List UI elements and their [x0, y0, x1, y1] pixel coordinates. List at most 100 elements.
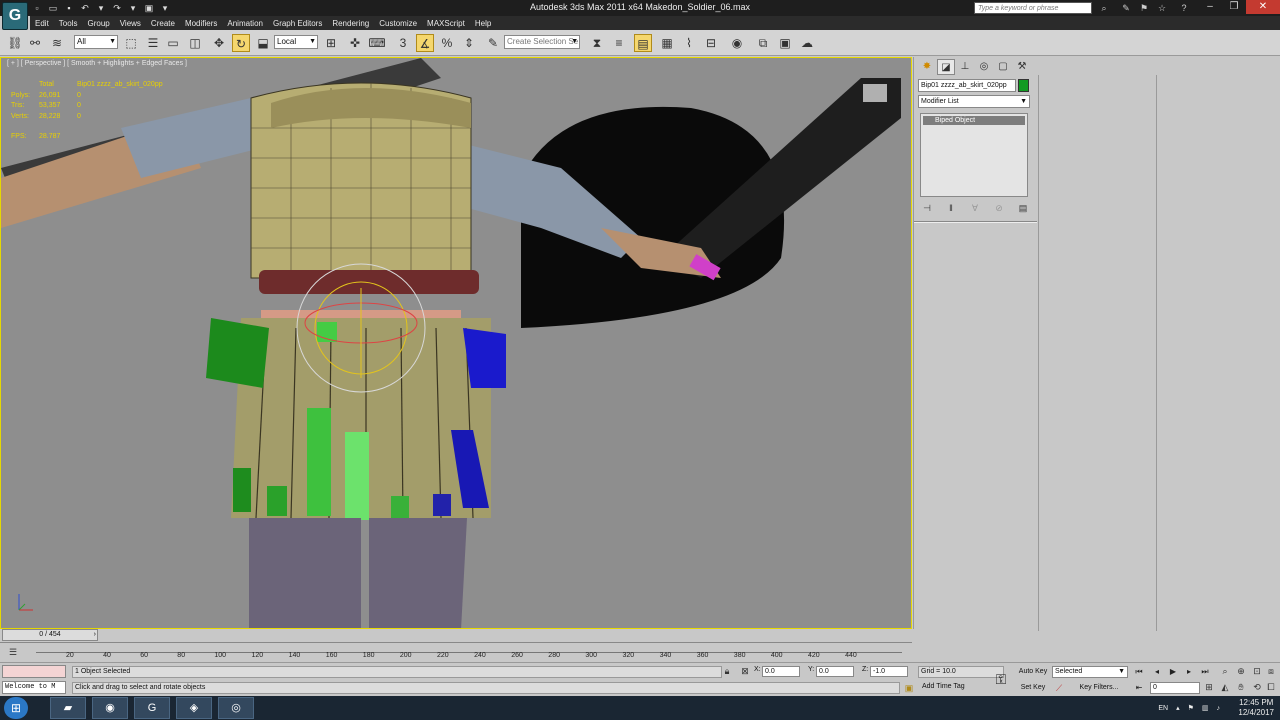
- time-slider-handle[interactable]: 0 / 454 ›: [2, 629, 98, 641]
- selection-filter-dropdown[interactable]: All ▼: [74, 35, 118, 49]
- stack-item-biped-object[interactable]: Biped Object: [923, 116, 1025, 125]
- tray-arrow-icon[interactable]: ▴: [1176, 704, 1180, 712]
- track-bar[interactable]: ☰ 20 40 60 80 100 120 140 160 180 200 220 240 260 280…: [0, 642, 912, 662]
- angle-snap-icon[interactable]: ∡: [416, 34, 434, 52]
- time-slider[interactable]: 0 / 454 ›: [0, 629, 912, 642]
- create-tab-icon[interactable]: ✸: [918, 59, 936, 75]
- menu-maxscript[interactable]: MAXScript: [422, 19, 470, 28]
- favorites-icon[interactable]: ☆: [1156, 2, 1168, 14]
- pivot-center-icon[interactable]: ⊞: [322, 34, 340, 52]
- bind-space-warp-icon[interactable]: ≋: [48, 34, 66, 52]
- auto-key-button[interactable]: Auto Key: [1016, 666, 1050, 678]
- maxscript-listener-pink[interactable]: [2, 665, 66, 678]
- flag-icon[interactable]: ⚑: [1188, 704, 1194, 712]
- file-explorer-icon[interactable]: ▰: [50, 697, 86, 719]
- zoom-extents-all-icon[interactable]: ⧈: [1264, 665, 1278, 678]
- minimize-icon[interactable]: –: [1198, 0, 1222, 14]
- taskbar-clock[interactable]: 12:45 PM 12/4/2017: [1238, 698, 1274, 718]
- menu-rendering[interactable]: Rendering: [327, 19, 374, 28]
- pin-stack-icon[interactable]: ⊣: [920, 201, 934, 215]
- percent-snap-icon[interactable]: %: [438, 34, 456, 52]
- menu-edit[interactable]: Edit: [30, 19, 54, 28]
- perspective-viewport[interactable]: [ + ] [ Perspective ] [ Smooth + Highlig…: [0, 57, 912, 629]
- named-selection-dropdown[interactable]: Create Selection Se ▼: [504, 35, 580, 49]
- restore-icon[interactable]: ❐: [1222, 0, 1246, 14]
- render-setup-icon[interactable]: ⧉: [754, 34, 772, 52]
- curve-editor-icon[interactable]: ⌇: [680, 34, 698, 52]
- menu-modifiers[interactable]: Modifiers: [180, 19, 222, 28]
- zoom-icon[interactable]: ⌕: [1218, 665, 1232, 678]
- zoom-extents-icon[interactable]: ⊡: [1250, 665, 1264, 678]
- spinner-snap-icon[interactable]: ⇕: [460, 34, 478, 52]
- x-coordinate-input[interactable]: 0.0: [762, 666, 800, 677]
- help-search-input[interactable]: Type a keyword or phrase: [974, 2, 1092, 14]
- start-button[interactable]: ⊞: [4, 697, 28, 719]
- time-configuration-icon[interactable]: ⊞: [1202, 681, 1216, 694]
- language-indicator[interactable]: EN: [1158, 705, 1168, 712]
- network-icon[interactable]: ▥: [1202, 704, 1209, 712]
- pan-view-icon[interactable]: ✋︎: [1234, 681, 1248, 694]
- menu-views[interactable]: Views: [115, 19, 146, 28]
- schematic-view-icon[interactable]: ⊟: [702, 34, 720, 52]
- key-mode-dropdown[interactable]: Selected ▼: [1052, 666, 1128, 678]
- scene-render[interactable]: [1, 58, 912, 629]
- lock-selection-icon[interactable]: 🔒︎: [720, 665, 734, 678]
- snaps-toggle-icon[interactable]: 3: [394, 34, 412, 52]
- layer-manager-icon[interactable]: ▤: [634, 34, 652, 52]
- set-keys-key-icon[interactable]: ⚿: [990, 671, 1012, 687]
- menu-help[interactable]: Help: [470, 19, 496, 28]
- key-tangent-icon[interactable]: ⟋: [1052, 682, 1066, 695]
- window-crossing-icon[interactable]: ◫: [186, 34, 204, 52]
- communication-center-icon[interactable]: ⚑: [1138, 2, 1150, 14]
- absolute-mode-icon[interactable]: ⊠: [738, 665, 752, 678]
- make-unique-icon[interactable]: ∀: [968, 201, 982, 215]
- close-icon[interactable]: ✕: [1246, 0, 1280, 14]
- key-filters-button[interactable]: Key Filters...: [1070, 682, 1128, 694]
- select-and-move-icon[interactable]: ✥: [210, 34, 228, 52]
- next-frame-icon[interactable]: ▸: [1182, 665, 1196, 678]
- y-coordinate-input[interactable]: 0.0: [816, 666, 854, 677]
- mirror-icon[interactable]: ⧗: [588, 34, 606, 52]
- show-end-result-icon[interactable]: ‖: [944, 201, 958, 215]
- maxscript-listener-white[interactable]: Welcome to M: [2, 681, 66, 694]
- select-and-rotate-icon[interactable]: ↻: [232, 34, 250, 52]
- go-to-start-icon[interactable]: ⏮: [1132, 665, 1146, 678]
- menu-group[interactable]: Group: [82, 19, 114, 28]
- object-name-field[interactable]: Bip01 zzzz_ab_skirt_020pp: [918, 79, 1016, 92]
- menu-customize[interactable]: Customize: [374, 19, 422, 28]
- render-production-icon[interactable]: ☁: [798, 34, 816, 52]
- configure-modifier-sets-icon[interactable]: ▤: [1016, 201, 1030, 215]
- display-tab-icon[interactable]: ▢: [994, 59, 1012, 75]
- utilities-tab-icon[interactable]: ⚒: [1013, 59, 1031, 75]
- align-icon[interactable]: ≡: [610, 34, 628, 52]
- motion-tab-icon[interactable]: ◎: [975, 59, 993, 75]
- obs-icon[interactable]: ◎: [218, 697, 254, 719]
- 3ds-max-icon[interactable]: G: [134, 697, 170, 719]
- remove-modifier-icon[interactable]: ⊘: [992, 201, 1006, 215]
- subscription-icon[interactable]: ✎: [1120, 2, 1132, 14]
- modifier-list-dropdown[interactable]: Modifier List ▼: [918, 95, 1030, 108]
- next-frame-icon[interactable]: ›: [94, 630, 96, 640]
- maximize-viewport-icon[interactable]: ⧠: [1264, 681, 1278, 694]
- reference-coord-dropdown[interactable]: Local ▼: [274, 35, 318, 49]
- select-by-name-icon[interactable]: ☰: [144, 34, 162, 52]
- play-icon[interactable]: ▶: [1166, 665, 1180, 678]
- hierarchy-tab-icon[interactable]: ⊥: [956, 59, 974, 75]
- app-logo-button[interactable]: G: [2, 2, 28, 30]
- select-and-manipulate-icon[interactable]: ✜: [346, 34, 364, 52]
- select-and-scale-icon[interactable]: ⬓: [254, 34, 272, 52]
- current-frame-input[interactable]: 0: [1150, 682, 1200, 694]
- unlink-icon[interactable]: ⚯: [26, 34, 44, 52]
- z-coordinate-input[interactable]: -1.0: [870, 666, 908, 677]
- edit-named-selection-icon[interactable]: ✎: [484, 34, 502, 52]
- modifier-stack[interactable]: Biped Object: [920, 113, 1028, 197]
- zoom-all-icon[interactable]: ⊕: [1234, 665, 1248, 678]
- unity-icon[interactable]: ◈: [176, 697, 212, 719]
- graphite-modeling-icon[interactable]: ▦: [658, 34, 676, 52]
- material-editor-icon[interactable]: ◉: [728, 34, 746, 52]
- viewport-label[interactable]: [ + ] [ Perspective ] [ Smooth + Highlig…: [7, 60, 187, 67]
- object-color-swatch[interactable]: [1018, 79, 1029, 92]
- rectangular-selection-icon[interactable]: ▭: [164, 34, 182, 52]
- rendered-frame-window-icon[interactable]: ▣: [776, 34, 794, 52]
- previous-frame-icon[interactable]: ◂: [1150, 665, 1164, 678]
